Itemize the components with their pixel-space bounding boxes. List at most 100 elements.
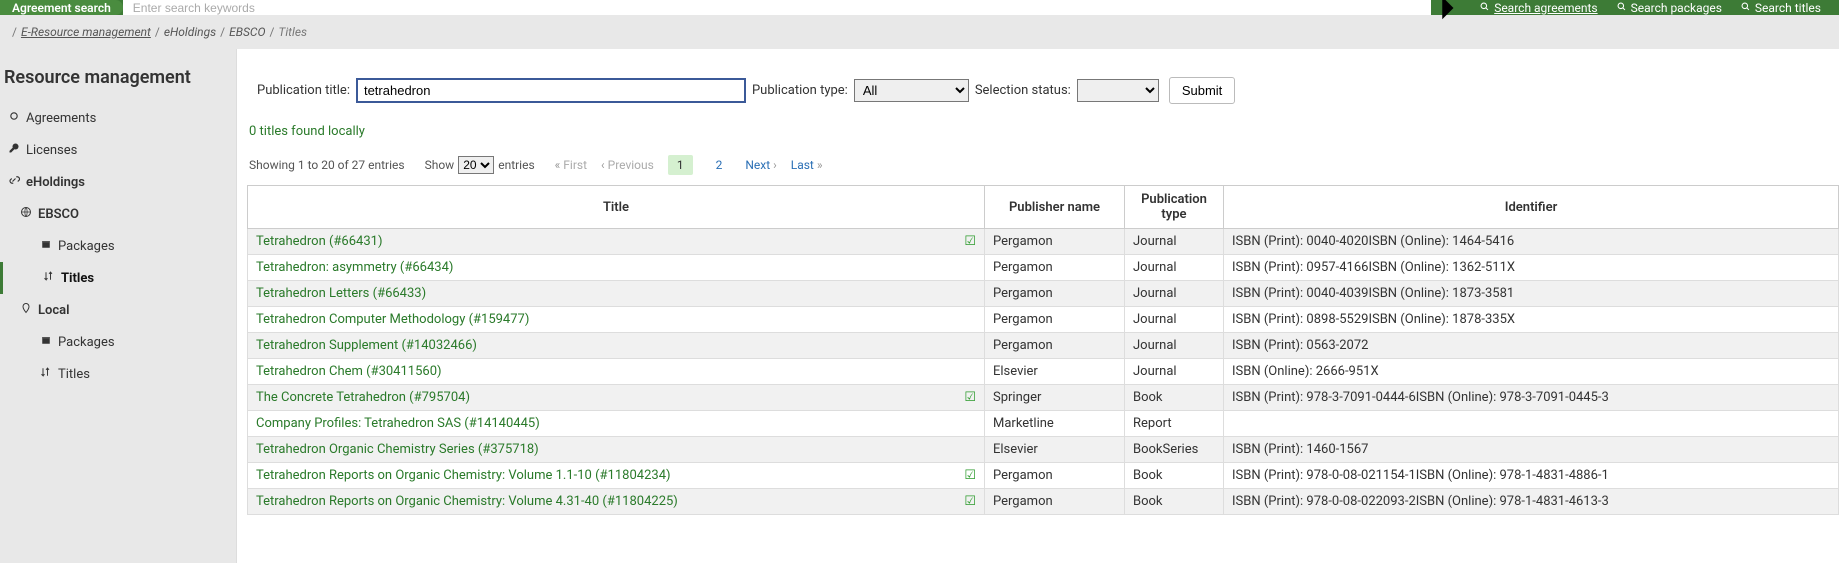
breadcrumb-item[interactable]: E-Resource management xyxy=(21,25,151,39)
show-label-post: entries xyxy=(498,158,534,172)
col-header[interactable]: Publication type xyxy=(1125,186,1224,229)
table-row: Tetrahedron Reports on Organic Chemistry… xyxy=(248,489,1839,515)
col-header[interactable]: Title xyxy=(248,186,985,229)
main-content: Publication title: Publication type: All… xyxy=(237,49,1839,563)
publisher-cell: Pergamon xyxy=(985,229,1125,255)
identifier-cell: ISBN (Print): 0040-4039ISBN (Online): 18… xyxy=(1224,281,1839,307)
identifier-cell: ISBN (Print): 0898-5529ISBN (Online): 18… xyxy=(1224,307,1839,333)
type-cell: BookSeries xyxy=(1125,437,1224,463)
sidebar-item-label: Titles xyxy=(58,367,90,382)
title-link[interactable]: Tetrahedron Chem (#30411560) xyxy=(256,364,442,379)
pager-page[interactable]: 2 xyxy=(707,155,732,175)
topbar-link[interactable]: Search agreements xyxy=(1479,1,1597,15)
table-row: Company Profiles: Tetrahedron SAS (#1414… xyxy=(248,411,1839,437)
title-cell: The Concrete Tetrahedron (#795704)☑ xyxy=(248,385,985,411)
type-cell: Journal xyxy=(1125,333,1224,359)
pager-first[interactable]: « First xyxy=(555,158,587,172)
type-cell: Book xyxy=(1125,385,1224,411)
topbar-link[interactable]: Search titles xyxy=(1740,1,1821,15)
sidebar-item-local[interactable]: Local xyxy=(0,294,236,326)
pager: « First ‹ Previous 12 Next › Last » xyxy=(555,155,823,175)
sidebar-item-titles[interactable]: Titles xyxy=(0,358,236,390)
title-cell: Company Profiles: Tetrahedron SAS (#1414… xyxy=(248,411,985,437)
title-link[interactable]: Tetrahedron (#66431) xyxy=(256,234,383,249)
pager-page[interactable]: 1 xyxy=(668,155,693,175)
local-titles-msg: 0 titles found locally xyxy=(237,112,1839,151)
pub-title-label: Publication title: xyxy=(257,83,350,98)
title-link[interactable]: Tetrahedron Reports on Organic Chemistry… xyxy=(256,468,671,483)
title-cell: Tetrahedron (#66431)☑ xyxy=(248,229,985,255)
breadcrumb-item: EBSCO xyxy=(229,25,265,39)
publisher-cell: Pergamon xyxy=(985,307,1125,333)
sidebar-item-ebsco[interactable]: EBSCO xyxy=(0,198,236,230)
topbar-search-input[interactable] xyxy=(133,1,1421,15)
title-link[interactable]: Tetrahedron Reports on Organic Chemistry… xyxy=(256,494,678,509)
show-entries-select[interactable]: 20 xyxy=(458,156,494,174)
col-header[interactable]: Publisher name xyxy=(985,186,1125,229)
table-row: Tetrahedron Supplement (#14032466)Pergam… xyxy=(248,333,1839,359)
title-link[interactable]: The Concrete Tetrahedron (#795704) xyxy=(256,390,470,405)
sidebar-item-packages[interactable]: Packages xyxy=(0,230,236,262)
globe-icon xyxy=(20,206,32,222)
sidebar: Resource management AgreementsLicenseseH… xyxy=(0,49,237,563)
submit-button[interactable]: Submit xyxy=(1169,77,1235,104)
table-row: Tetrahedron Computer Methodology (#15947… xyxy=(248,307,1839,333)
title-cell: Tetrahedron Organic Chemistry Series (#3… xyxy=(248,437,985,463)
title-cell: Tetrahedron: asymmetry (#66434) xyxy=(248,255,985,281)
topbar-search-wrap xyxy=(123,0,1431,15)
identifier-cell: ISBN (Print): 978-3-7091-0444-6ISBN (Onl… xyxy=(1224,385,1839,411)
table-row: Tetrahedron Organic Chemistry Series (#3… xyxy=(248,437,1839,463)
pager-next[interactable]: Next › xyxy=(745,158,776,172)
key-icon xyxy=(8,142,20,158)
identifier-cell: ISBN (Print): 978-0-08-022093-2ISBN (Onl… xyxy=(1224,489,1839,515)
title-link[interactable]: Tetrahedron Supplement (#14032466) xyxy=(256,338,477,353)
sort-icon xyxy=(43,270,55,286)
topbar-links: Search agreements Search packages Search t… xyxy=(1461,0,1839,15)
topbar-go-button[interactable] xyxy=(1431,0,1461,15)
sidebar-heading: Resource management xyxy=(0,67,236,102)
title-link[interactable]: Company Profiles: Tetrahedron SAS (#1414… xyxy=(256,416,540,431)
sidebar-item-eholdings[interactable]: eHoldings xyxy=(0,166,236,198)
table-row: Tetrahedron Reports on Organic Chemistry… xyxy=(248,463,1839,489)
topbar-link-label: Search titles xyxy=(1755,1,1821,15)
publisher-cell: Pergamon xyxy=(985,281,1125,307)
type-cell: Book xyxy=(1125,463,1224,489)
table-row: The Concrete Tetrahedron (#795704)☑Sprin… xyxy=(248,385,1839,411)
sidebar-item-licenses[interactable]: Licenses xyxy=(0,134,236,166)
title-link[interactable]: Tetrahedron Computer Methodology (#15947… xyxy=(256,312,529,327)
col-header[interactable]: Identifier xyxy=(1224,186,1839,229)
publisher-cell: Pergamon xyxy=(985,255,1125,281)
table-row: Tetrahedron Letters (#66433)PergamonJour… xyxy=(248,281,1839,307)
publisher-cell: Pergamon xyxy=(985,489,1125,515)
sort-icon xyxy=(40,366,52,382)
pub-title-input[interactable] xyxy=(356,78,746,103)
identifier-cell xyxy=(1224,411,1839,437)
show-label-pre: Show xyxy=(425,158,455,172)
pager-prev[interactable]: ‹ Previous xyxy=(601,158,654,172)
type-cell: Journal xyxy=(1125,255,1224,281)
pager-last[interactable]: Last » xyxy=(791,158,823,172)
sidebar-item-agreements[interactable]: Agreements xyxy=(0,102,236,134)
publisher-cell: Elsevier xyxy=(985,359,1125,385)
sidebar-item-titles[interactable]: Titles xyxy=(0,262,236,294)
type-cell: Book xyxy=(1125,489,1224,515)
title-cell: Tetrahedron Chem (#30411560) xyxy=(248,359,985,385)
title-link[interactable]: Tetrahedron: asymmetry (#66434) xyxy=(256,260,453,275)
breadcrumb-item: Titles xyxy=(278,25,307,39)
title-link[interactable]: Tetrahedron Organic Chemistry Series (#3… xyxy=(256,442,539,457)
identifier-cell: ISBN (Print): 0957-4166ISBN (Online): 13… xyxy=(1224,255,1839,281)
selection-status-select[interactable] xyxy=(1077,79,1159,102)
pub-type-select[interactable]: All xyxy=(854,79,969,102)
results-table: TitlePublisher namePublication typeIdent… xyxy=(247,185,1839,515)
topbar-link[interactable]: Search packages xyxy=(1616,1,1722,15)
breadcrumb: /E-Resource management/eHoldings/EBSCO/T… xyxy=(0,15,1839,49)
check-icon: ☑ xyxy=(964,468,976,483)
title-cell: Tetrahedron Reports on Organic Chemistry… xyxy=(248,463,985,489)
top-bar: Agreement search Search agreementsSearch… xyxy=(0,0,1839,15)
identifier-cell: ISBN (Online): 2666-951X xyxy=(1224,359,1839,385)
sidebar-item-packages[interactable]: Packages xyxy=(0,326,236,358)
check-icon: ☑ xyxy=(964,494,976,509)
type-cell: Journal xyxy=(1125,229,1224,255)
type-cell: Journal xyxy=(1125,307,1224,333)
title-link[interactable]: Tetrahedron Letters (#66433) xyxy=(256,286,426,301)
